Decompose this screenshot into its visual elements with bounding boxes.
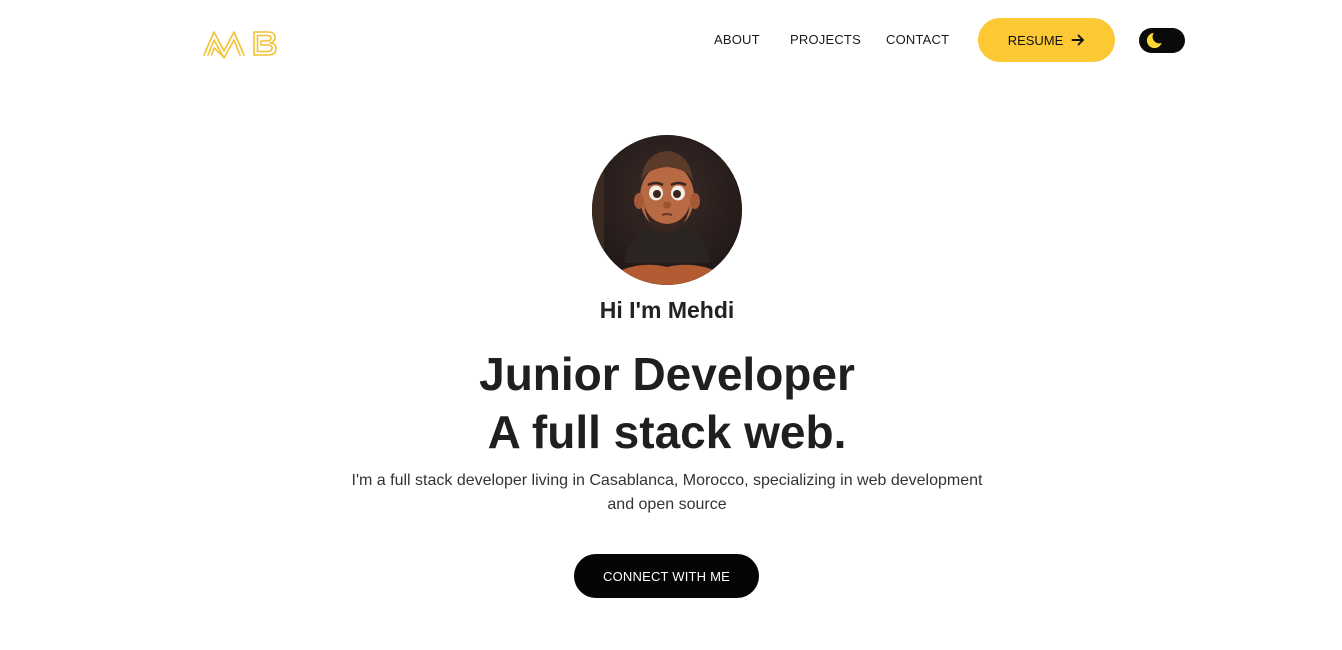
avatar-image — [592, 135, 742, 285]
greeting-text: Hi I'm Mehdi — [599, 297, 735, 323]
description-line-2: and open source — [607, 496, 727, 513]
hero-headline: Junior Developer A full stack web. — [0, 345, 1334, 461]
hero-description: I'm a full stack developer living in Cas… — [332, 469, 1002, 517]
description-line-1: I'm a full stack developer living in Cas… — [351, 472, 983, 489]
resume-button[interactable]: RESUME — [978, 18, 1115, 62]
connect-button[interactable]: CONNECT WITH ME — [574, 554, 759, 598]
nav-link-projects[interactable]: PROJECTS — [790, 32, 861, 47]
moon-icon — [1146, 31, 1164, 49]
top-navigation: ABOUT PROJECTS CONTACT RESUME — [0, 18, 1342, 62]
resume-button-label: RESUME — [1007, 32, 1064, 48]
nav-link-contact[interactable]: CONTACT — [886, 32, 949, 47]
theme-toggle[interactable] — [1139, 28, 1185, 53]
profile-avatar — [592, 135, 742, 285]
nav-link-about[interactable]: ABOUT — [714, 32, 760, 47]
headline-line-1: Junior Developer — [479, 348, 855, 400]
arrow-right-icon — [1071, 34, 1085, 46]
headline-line-2: A full stack web. — [487, 406, 847, 458]
